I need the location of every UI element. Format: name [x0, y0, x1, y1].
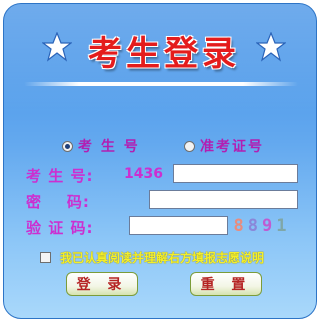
- exam-number-label: 考 生 号:: [26, 167, 94, 185]
- captcha-digit: 9: [262, 216, 273, 236]
- radio-button[interactable]: [184, 140, 195, 152]
- captcha-image[interactable]: 8 8 9 1: [232, 216, 288, 236]
- password-input[interactable]: [149, 190, 298, 209]
- radio-exam-number[interactable]: 考 生 号: [62, 136, 140, 156]
- captcha-digit: 8: [247, 216, 258, 236]
- title-separator: [24, 82, 298, 86]
- captcha-row: 验 证 码: 8 8 9 1: [26, 216, 306, 238]
- captcha-digit: 1: [276, 216, 287, 236]
- login-panel: 考生登录 考 生 号 准考证号 考 生 号: 1436 密 码: 验 证 码: …: [3, 3, 317, 319]
- captcha-input[interactable]: [129, 216, 228, 235]
- radio-label-exam-number: 考 生 号: [78, 139, 140, 155]
- login-type-group: 考 生 号 准考证号: [62, 136, 312, 156]
- exam-number-row: 考 生 号: 1436: [26, 164, 306, 186]
- exam-number-prefix: 1436: [124, 166, 163, 182]
- agreement-text: 我已认真阅读并理解右方填报志愿说明: [60, 250, 265, 265]
- captcha-digit: 8: [233, 216, 244, 236]
- login-button[interactable]: 登 录: [66, 272, 138, 296]
- exam-number-input[interactable]: [173, 164, 298, 183]
- reset-button[interactable]: 重 置: [190, 272, 262, 296]
- radio-admission-ticket[interactable]: 准考证号: [184, 136, 264, 156]
- captcha-label: 验 证 码:: [26, 219, 94, 237]
- radio-label-admission-ticket: 准考证号: [200, 139, 264, 155]
- password-label: 密 码:: [26, 193, 90, 211]
- agreement-checkbox[interactable]: [40, 251, 51, 263]
- agreement-row: 我已认真阅读并理解右方填报志愿说明: [40, 248, 264, 266]
- radio-button-selected[interactable]: [62, 140, 73, 152]
- password-row: 密 码:: [26, 190, 306, 212]
- page-title: 考生登录: [88, 34, 240, 74]
- star-icon: [256, 32, 286, 62]
- star-icon: [42, 32, 72, 62]
